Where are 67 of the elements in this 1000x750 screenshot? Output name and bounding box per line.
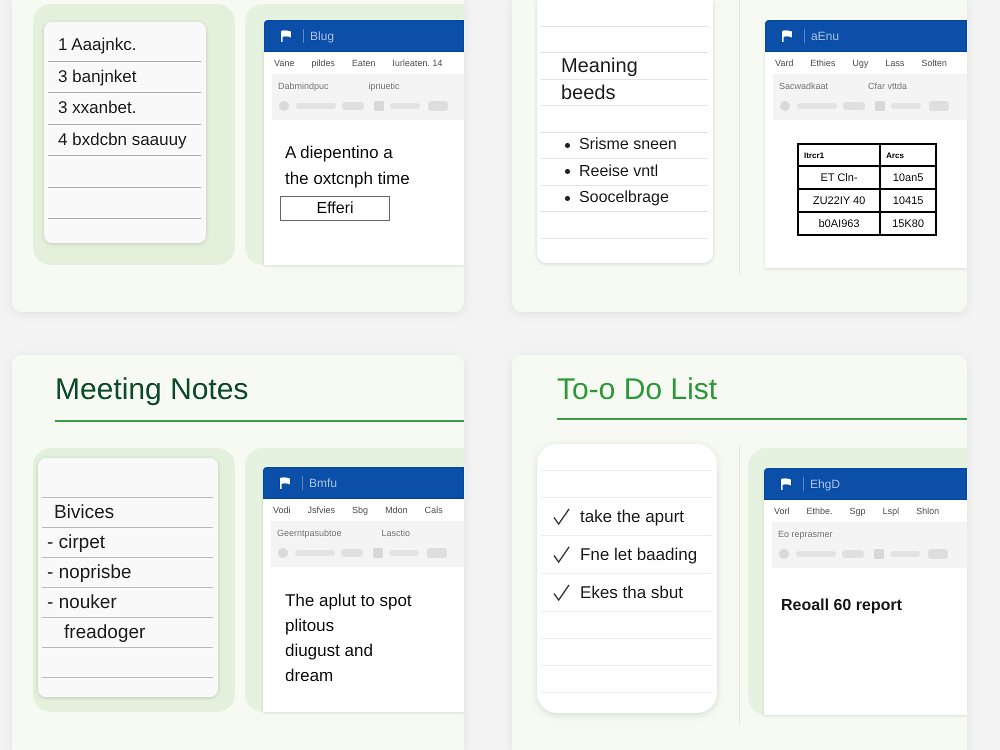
outlined-text-box: Efferi bbox=[280, 196, 390, 221]
menu-item[interactable]: Vane bbox=[274, 58, 294, 68]
note-line: Meaning beeds bbox=[560, 54, 638, 106]
ribbon-label: Dabmindpuc bbox=[278, 81, 329, 91]
menu-item[interactable]: Ugy bbox=[852, 58, 868, 68]
window-title: Blug bbox=[303, 29, 334, 43]
menu-item[interactable]: Lass bbox=[885, 58, 904, 68]
menu-item[interactable]: Iurleaten. 14 bbox=[392, 58, 442, 68]
menu-item[interactable]: Ethies bbox=[810, 58, 836, 68]
note-line: Reeise vntl bbox=[579, 162, 658, 181]
menu-item[interactable]: Ethbe. bbox=[806, 506, 833, 516]
note-line: Ekes tha sbut bbox=[580, 582, 684, 602]
flag-icon bbox=[780, 478, 792, 490]
note-line: take the apurt bbox=[580, 506, 684, 526]
flag-icon bbox=[280, 30, 292, 42]
menu-item[interactable]: Solten bbox=[921, 58, 947, 68]
menu-item[interactable]: Vorl bbox=[774, 506, 790, 516]
flag-icon bbox=[781, 30, 793, 42]
table-cell: ET Cln- bbox=[798, 166, 880, 189]
bullet-icon bbox=[565, 142, 570, 148]
ribbon-label: Lasctio bbox=[382, 528, 410, 538]
menu-item[interactable]: Sgp bbox=[850, 506, 866, 516]
window-title: aEnu bbox=[804, 29, 840, 43]
menu-item[interactable]: Jsfvies bbox=[308, 505, 336, 515]
document-text: The aplut to spot plitous diugust and dream bbox=[285, 590, 413, 687]
note-line: - cirpet bbox=[46, 532, 106, 554]
note-line: Bivices bbox=[53, 502, 114, 524]
document-text: A diepentino a the oxtcnph time bbox=[285, 142, 411, 190]
note-line: - noprisbe bbox=[46, 562, 132, 584]
table-cell: 15K80 bbox=[880, 212, 936, 235]
menu-item[interactable]: Cals bbox=[424, 505, 443, 515]
document-text: Reoall 60 report bbox=[781, 597, 903, 615]
note-line: 4 bxdcbn saauuy bbox=[57, 130, 187, 150]
menu-item[interactable]: Sbg bbox=[352, 505, 368, 515]
note-line: Srisme sneen bbox=[579, 136, 677, 154]
menu-item[interactable]: Lspl bbox=[882, 506, 900, 516]
menu-item[interactable]: Shlon bbox=[916, 506, 940, 516]
table-cell: 10an5 bbox=[880, 166, 936, 189]
bullet-icon bbox=[565, 169, 570, 174]
menu-item[interactable]: Vodi bbox=[273, 505, 291, 515]
ribbon-label: Eo reprasmer bbox=[778, 529, 833, 539]
menu-item[interactable]: Eaten bbox=[352, 58, 376, 68]
window-title: Bmfu bbox=[302, 476, 338, 490]
table-header-cell: Itrcr1 bbox=[798, 144, 880, 166]
flag-icon bbox=[279, 477, 291, 489]
bullet-icon bbox=[565, 196, 570, 201]
note-line: Fne let baading bbox=[580, 544, 698, 564]
note-line: 3 banjnket bbox=[57, 66, 136, 87]
card-title: Meeting Notes bbox=[55, 373, 248, 407]
ribbon-label: Cfar vttda bbox=[868, 81, 908, 91]
table-cell: b0AI963 bbox=[798, 212, 880, 235]
table-cell: 10415 bbox=[880, 189, 936, 212]
menu-item[interactable]: Mdon bbox=[385, 505, 408, 515]
table-cell: ZU22IY 40 bbox=[798, 189, 880, 212]
menu-item[interactable]: Vard bbox=[775, 58, 794, 68]
note-line: - nouker bbox=[46, 592, 117, 614]
ribbon-label: Geerntpasubtoe bbox=[277, 528, 342, 538]
note-line: Soocelbrage bbox=[579, 189, 669, 208]
note-line: 3 xxanbet. bbox=[57, 98, 136, 118]
note-line: 1 Aaajnkc. bbox=[57, 35, 136, 56]
menu-item[interactable]: pildes bbox=[311, 58, 335, 68]
ribbon-label: Sacwadkaat bbox=[779, 81, 828, 91]
card-title: To-o Do List bbox=[557, 373, 718, 407]
window-title: EhgD bbox=[803, 477, 840, 491]
table-header-cell: Arcs bbox=[880, 144, 936, 166]
note-line: freadoger bbox=[63, 622, 146, 644]
ribbon-label: ipnuetic bbox=[368, 81, 400, 91]
